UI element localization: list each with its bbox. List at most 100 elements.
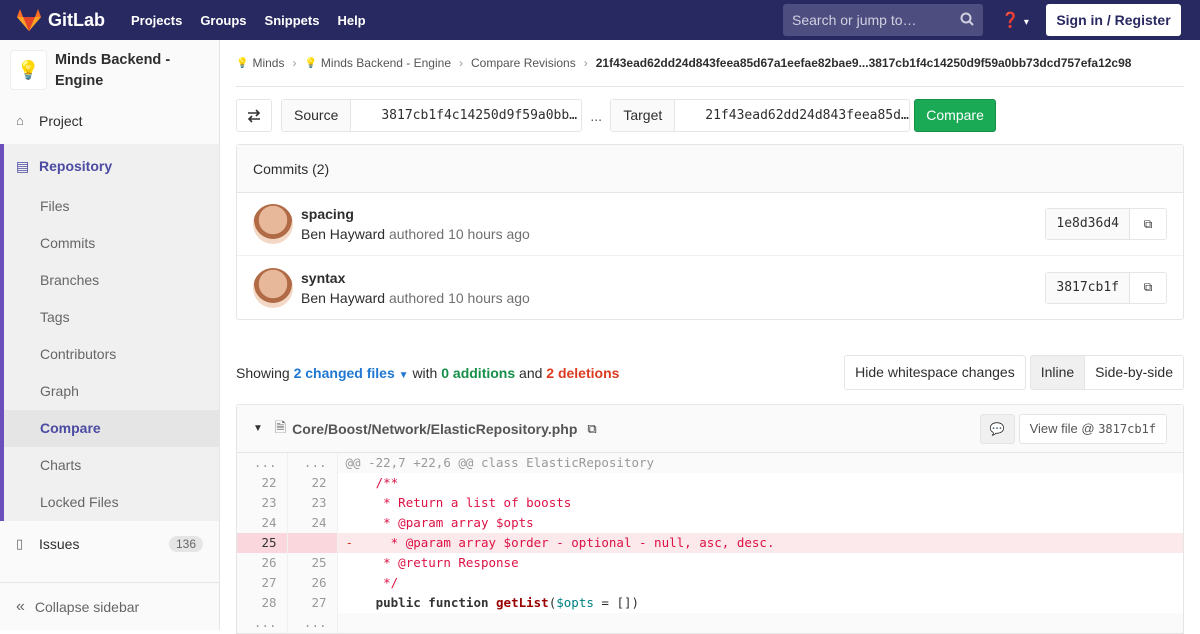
sidebar-item-issues[interactable]: ▯ Issues 136 (0, 525, 219, 562)
project-avatar-icon: 💡 (304, 57, 317, 69)
diff-line: 23 23 * Return a list of boosts (237, 493, 1183, 513)
search-icon (960, 12, 974, 26)
diff-hunk-row: ... ... @@ -22,7 +22,6 @@ class ElasticR… (237, 453, 1183, 473)
commit-sha[interactable]: 1e8d36d4 (1046, 209, 1130, 239)
sidebar-item-branches[interactable]: Branches (4, 262, 219, 299)
line-code: /** (345, 475, 399, 490)
compare-form: Source 3817cb1f4c14250d9f59a0bb73dcd757e… (236, 99, 1184, 132)
commit-title[interactable]: syntax (301, 270, 530, 286)
new-line-number[interactable]: 27 (287, 593, 338, 613)
expand-up-new[interactable]: ... (287, 453, 338, 473)
new-line-number[interactable]: 26 (287, 573, 338, 593)
nav-help[interactable]: Help (337, 13, 365, 28)
expand-down-old[interactable]: ... (237, 613, 288, 633)
commit-sha[interactable]: 3817cb1f (1046, 272, 1130, 303)
gitlab-logo[interactable]: GitLab (16, 8, 105, 32)
sidebar-item-label: Issues (39, 535, 80, 552)
diff-line-deleted: 25 - * @param array $order - optional - … (237, 533, 1183, 553)
home-icon: ⌂ (16, 113, 24, 128)
double-chevron-left-icon: « (16, 597, 25, 615)
old-line-number[interactable]: 25 (237, 533, 288, 553)
sidebar-item-tags[interactable]: Tags (4, 299, 219, 336)
sidebar-item-locked-files[interactable]: Locked Files (4, 484, 219, 521)
view-file-button[interactable]: View file @ 3817cb1f (1018, 413, 1167, 444)
hide-whitespace-button[interactable]: Hide whitespace changes (844, 355, 1026, 390)
hunk-header: @@ -22,7 +22,6 @@ class ElasticRepositor… (337, 453, 1183, 473)
sidebar-item-charts[interactable]: Charts (4, 447, 219, 484)
line-code: */ (345, 575, 399, 590)
author-avatar[interactable] (253, 204, 293, 244)
deleted-text: * @param array $order - optional - null,… (353, 535, 775, 550)
sidebar-item-compare[interactable]: Compare (4, 410, 219, 447)
new-line-number[interactable]: 25 (287, 553, 338, 573)
sign-in-button[interactable]: Sign in / Register (1046, 4, 1181, 36)
commit-time: authored 10 hours ago (388, 226, 530, 242)
old-line-number[interactable]: 22 (237, 473, 288, 493)
author-avatar[interactable] (253, 267, 293, 308)
diff-line: 28 27 public function getList($opts = []… (237, 593, 1183, 613)
code-function-name: getList (496, 595, 549, 610)
new-line-number[interactable]: 23 (287, 493, 338, 513)
compare-button[interactable]: Compare (914, 99, 996, 132)
sidebar-item-contributors[interactable]: Contributors (4, 336, 219, 373)
sidebar-item-files[interactable]: Files (4, 188, 219, 225)
nav-snippets[interactable]: Snippets (265, 13, 320, 28)
chevron-right-icon: › (292, 56, 297, 70)
line-code: * @return Response (345, 555, 519, 570)
new-line-number[interactable]: 24 (287, 513, 338, 533)
new-line-number[interactable] (287, 533, 338, 553)
diff-table: ... ... @@ -22,7 +22,6 @@ class ElasticR… (237, 453, 1183, 633)
copy-sha-button[interactable]: ⧉ (1130, 209, 1166, 239)
project-header[interactable]: 💡 Minds Backend - Engine (0, 40, 219, 102)
collapse-sidebar-button[interactable]: « Collapse sidebar (0, 582, 219, 630)
file-path[interactable]: Core/Boost/Network/ElasticRepository.php (292, 421, 577, 437)
help-icon: ❓ (1001, 12, 1020, 29)
breadcrumb: 💡 Minds › 💡 Minds Backend - Engine › Com… (236, 40, 1184, 87)
sidebar-item-project[interactable]: ⌂ Project (0, 102, 219, 139)
target-value[interactable]: 21f43ead62dd24d843feea85d67a1eefae82bae9 (675, 100, 909, 131)
nav-groups[interactable]: Groups (200, 13, 246, 28)
commit-author[interactable]: Ben Hayward (301, 290, 385, 306)
old-line-number[interactable]: 26 (237, 553, 288, 573)
inline-view-button[interactable]: Inline (1029, 355, 1086, 390)
copy-icon: ⧉ (1143, 280, 1153, 294)
old-line-number[interactable]: 27 (237, 573, 288, 593)
comment-icon: 💬 (989, 421, 1005, 436)
old-line-number[interactable]: 24 (237, 513, 288, 533)
source-value[interactable]: 3817cb1f4c14250d9f59a0bb73dcd757efa12c98 (351, 100, 581, 131)
sidebar-item-commits[interactable]: Commits (4, 225, 219, 262)
nav-projects[interactable]: Projects (131, 13, 182, 28)
caret-down-icon[interactable]: ▼ (253, 423, 263, 434)
diff-stats-bar: Showing 2 changed files ▼ with 0 additio… (236, 355, 1184, 390)
sidebar-item-repository[interactable]: ▤ Repository (4, 144, 219, 188)
target-selector[interactable]: Target 21f43ead62dd24d843feea85d67a1eefa… (610, 99, 911, 132)
sidebar-item-graph[interactable]: Graph (4, 373, 219, 410)
collapse-label: Collapse sidebar (34, 598, 140, 615)
old-line-number[interactable]: 23 (237, 493, 288, 513)
expand-down-new[interactable]: ... (287, 613, 338, 633)
copy-path-icon[interactable]: ⧉ (587, 421, 596, 437)
breadcrumb-project[interactable]: Minds Backend - Engine (321, 56, 451, 70)
showing-text: Showing (236, 364, 290, 381)
breadcrumb-compare[interactable]: Compare Revisions (471, 56, 576, 70)
search-input[interactable]: Search or jump to… (783, 4, 983, 36)
commit-sha-group: 3817cb1f ⧉ (1045, 271, 1167, 304)
copy-sha-button[interactable]: ⧉ (1130, 273, 1166, 303)
old-line-number[interactable]: 28 (237, 593, 288, 613)
changed-files-dropdown[interactable]: 2 changed files ▼ (294, 365, 409, 381)
new-line-number[interactable]: 22 (287, 473, 338, 493)
help-dropdown[interactable]: ❓ ▾ (1001, 11, 1029, 29)
commit-sha-group: 1e8d36d4 ⧉ (1045, 208, 1167, 240)
sidebar: 💡 Minds Backend - Engine ⌂ Project ▤ Rep… (0, 40, 220, 630)
breadcrumb-current: 21f43ead62dd24d843feea85d67a1eefae82bae9… (595, 56, 1132, 70)
side-by-side-button[interactable]: Side-by-side (1085, 355, 1184, 390)
commit-title[interactable]: spacing (301, 206, 530, 222)
breadcrumb-minds[interactable]: Minds (252, 56, 284, 70)
swap-revisions-button[interactable] (236, 99, 272, 132)
commit-author[interactable]: Ben Hayward (301, 226, 385, 242)
expand-up-old[interactable]: ... (237, 453, 288, 473)
commits-panel: Commits (2) spacing Ben Hayward authored… (236, 144, 1184, 320)
toggle-comments-button[interactable]: 💬 (979, 413, 1015, 444)
source-selector[interactable]: Source 3817cb1f4c14250d9f59a0bb73dcd757e… (281, 99, 583, 132)
deletions-count: 2 deletions (546, 364, 620, 381)
